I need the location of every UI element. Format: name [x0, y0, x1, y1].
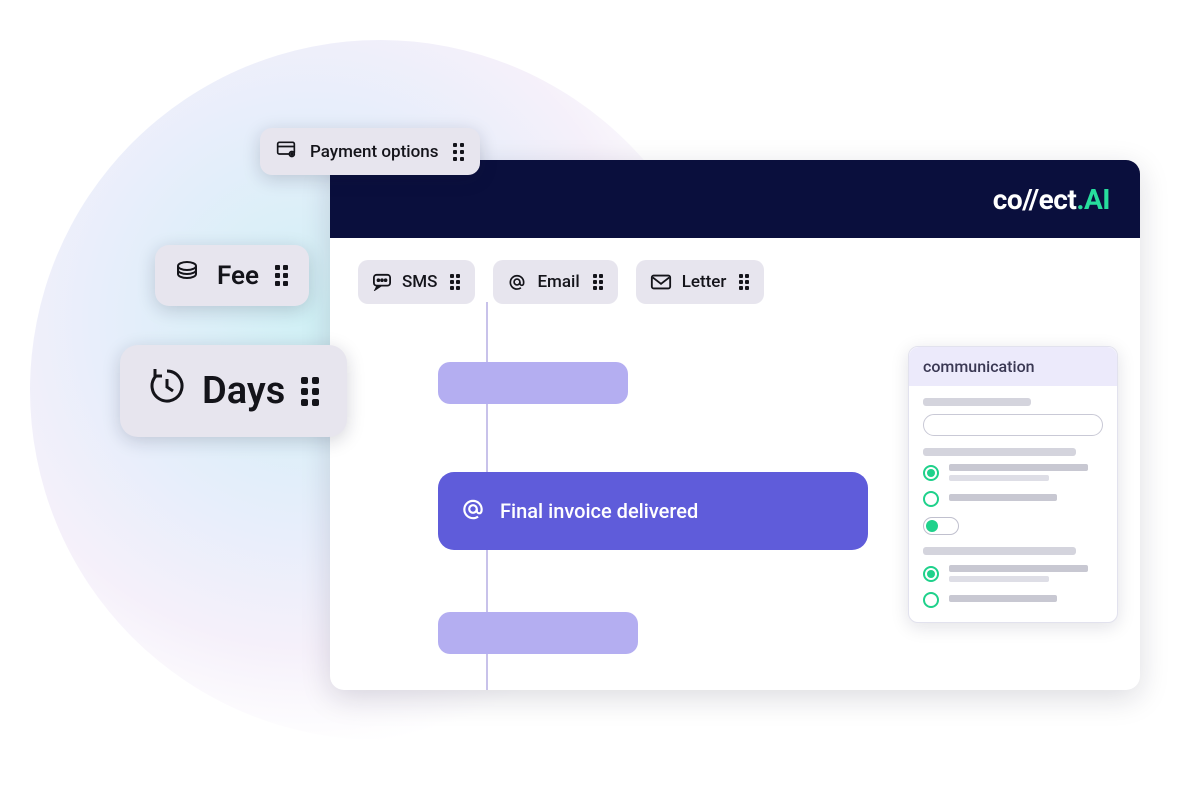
brand-name-part2: .AI [1076, 183, 1110, 216]
letter-label: Letter [682, 272, 727, 292]
drag-handle-icon[interactable] [452, 143, 464, 161]
timeline-event[interactable] [438, 612, 638, 654]
card-icon [276, 140, 296, 163]
app-body: SMS Email [330, 238, 1140, 690]
timeline-event[interactable] [438, 362, 628, 404]
toggle-switch[interactable] [923, 517, 959, 535]
payment-options-card[interactable]: Payment options [260, 128, 480, 175]
at-icon [460, 496, 486, 527]
panel-title: communication [909, 347, 1117, 386]
option-label-placeholder [949, 565, 1103, 582]
event-label: Final invoice delivered [500, 499, 698, 523]
timeline-event-main[interactable]: Final invoice delivered [438, 472, 868, 550]
option-row[interactable] [923, 464, 1103, 481]
option-row[interactable] [923, 491, 1103, 507]
email-channel-pill[interactable]: Email [493, 260, 617, 304]
brand-logo: co//ect.AI [993, 183, 1110, 216]
letter-channel-pill[interactable]: Letter [636, 260, 765, 304]
drag-handle-icon[interactable] [592, 273, 604, 291]
radio-selected-icon[interactable] [923, 566, 939, 582]
payment-options-label: Payment options [310, 142, 438, 162]
option-label-placeholder [949, 494, 1103, 505]
drag-handle-icon[interactable] [738, 273, 750, 291]
option-row[interactable] [923, 592, 1103, 608]
option-label-placeholder [949, 595, 1103, 606]
sms-icon [372, 273, 392, 291]
drag-handle-icon[interactable] [299, 374, 321, 408]
email-label: Email [537, 272, 579, 292]
app-window: co//ect.AI SMS [330, 160, 1140, 690]
input-placeholder[interactable] [923, 414, 1103, 436]
envelope-icon [650, 273, 672, 291]
communication-panel: communication [908, 346, 1118, 623]
sms-label: SMS [402, 272, 437, 292]
option-row[interactable] [923, 565, 1103, 582]
fee-card[interactable]: Fee [155, 245, 309, 306]
placeholder-bar [923, 398, 1031, 406]
brand-name-part1: co//ect [993, 183, 1077, 216]
option-label-placeholder [949, 464, 1103, 481]
sms-channel-pill[interactable]: SMS [358, 260, 475, 304]
drag-handle-icon[interactable] [273, 264, 289, 288]
clock-history-icon [146, 365, 188, 417]
radio-unselected-icon[interactable] [923, 592, 939, 608]
placeholder-bar [923, 547, 1076, 555]
channel-row: SMS Email [358, 260, 1112, 304]
at-icon [507, 272, 527, 292]
radio-unselected-icon[interactable] [923, 491, 939, 507]
coins-icon [175, 259, 203, 292]
days-card[interactable]: Days [120, 345, 347, 437]
fee-label: Fee [217, 261, 259, 291]
radio-selected-icon[interactable] [923, 465, 939, 481]
drag-handle-icon[interactable] [449, 273, 461, 291]
placeholder-bar [923, 448, 1076, 456]
days-label: Days [202, 369, 285, 413]
